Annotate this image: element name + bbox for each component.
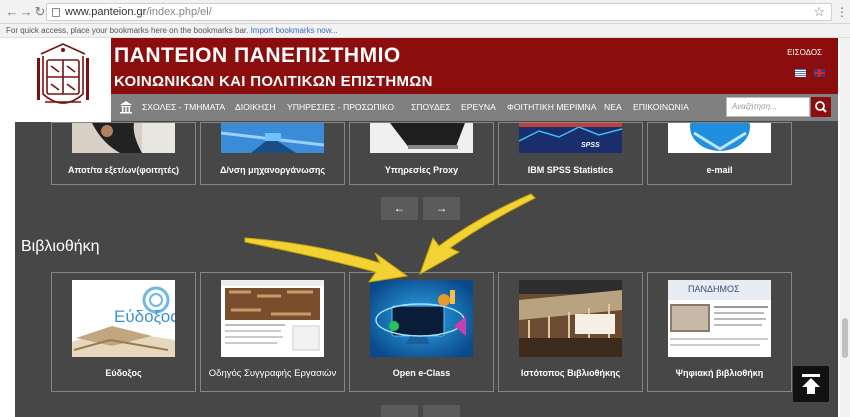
tile-label: IBM SPSS Statistics xyxy=(527,165,614,175)
english-flag-icon[interactable] xyxy=(814,69,825,77)
writing-guide-image xyxy=(221,280,324,357)
menu-item-administration[interactable]: ΔΙΟΙΚΗΣΗ xyxy=(235,102,276,112)
proxy-image xyxy=(370,123,473,153)
tile-eudoxus[interactable]: Εύδοξος Εύδοξος xyxy=(51,272,196,392)
prev-button-library[interactable] xyxy=(381,405,418,417)
menu-item-schools[interactable]: ΣΧΟΛΕΣ - ΤΜΗΜΑΤΑ xyxy=(142,102,225,112)
next-button[interactable]: → xyxy=(423,197,460,220)
menu-item-research[interactable]: ΕΡΕΥΝΑ xyxy=(461,102,496,112)
menu-item-student-care[interactable]: ΦΟΙΤΗΤΙΚΗ ΜΕΡΙΜΝΑ xyxy=(507,102,596,112)
tile-library-website[interactable]: Ιστότοπος Βιβλιοθήκης xyxy=(498,272,643,392)
spss-image: SPSS xyxy=(519,123,622,153)
greek-flag-icon[interactable] xyxy=(795,69,806,77)
address-bar[interactable]: www.panteion.gr/index.php/el/ ☆ xyxy=(46,3,832,21)
site-container: ΠΑΝΤΕΙΟΝ ΠΑΝΕΠΙΣΤΗΜΙΟ ΚΟΙΝΩΝΙΚΩΝ ΚΑΙ ΠΟΛ… xyxy=(15,38,838,417)
tile-label: Οδηγός Συγγραφής Εργασιών xyxy=(208,368,337,379)
browser-menu-icon[interactable]: ⋮ xyxy=(836,4,848,20)
bookmark-hint: For quick access, place your bookmarks h… xyxy=(6,26,249,35)
site-header: ΠΑΝΤΕΙΟΝ ΠΑΝΕΠΙΣΤΗΜΙΟ ΚΟΙΝΩΝΙΚΩΝ ΚΑΙ ΠΟΛ… xyxy=(15,38,838,94)
tile-label: Εύδοξος xyxy=(105,368,142,378)
eudoxus-image: Εύδοξος xyxy=(72,280,175,357)
login-link[interactable]: ΕΙΣΟΔΟΣ xyxy=(787,48,822,57)
tile-proxy[interactable]: Υπηρεσίες Proxy xyxy=(349,122,494,185)
digital-library-image: ΠΑΝΔΗΜΟΣ xyxy=(668,280,771,357)
pandemos-logo-text: ΠΑΝΔΗΜΟΣ xyxy=(688,284,740,294)
tile-label: e-mail xyxy=(706,165,733,175)
page-scrollbar[interactable] xyxy=(840,38,850,417)
university-logo[interactable] xyxy=(15,38,111,122)
browser-toolbar: ← → ↻ www.panteion.gr/index.php/el/ ☆ ⋮ xyxy=(0,0,850,24)
email-image xyxy=(668,123,771,153)
logo-emblem-icon xyxy=(37,43,89,104)
scrollbar-thumb[interactable] xyxy=(842,318,848,358)
prev-button[interactable]: ← xyxy=(381,197,418,220)
star-icon[interactable]: ☆ xyxy=(813,4,825,20)
tile-label: Δ/νση μηχανοργάνωσης xyxy=(219,165,326,175)
url-path: /index.php/el/ xyxy=(146,6,212,18)
library-section-title: Βιβλιοθήκη xyxy=(21,238,100,255)
import-bookmarks-link[interactable]: Import bookmarks now... xyxy=(251,26,338,35)
university-subtitle: ΚΟΙΝΩΝΙΚΩΝ ΚΑΙ ΠΟΛΙΤΙΚΩΝ ΕΠΙΣΤΗΜΩΝ xyxy=(114,73,433,90)
tile-it-directorate[interactable]: Δ/νση μηχανοργάνωσης xyxy=(200,122,345,185)
back-to-top-button[interactable] xyxy=(793,366,829,402)
open-eclass-image xyxy=(370,280,473,357)
search-icon xyxy=(815,101,827,113)
url-host: www.panteion.gr xyxy=(65,6,147,18)
next-button-library[interactable] xyxy=(423,405,460,417)
tile-spss[interactable]: SPSS IBM SPSS Statistics xyxy=(498,122,643,185)
menu-item-services[interactable]: ΥΠΗΡΕΣΙΕΣ - ΠΡΟΣΩΠΙΚΟ xyxy=(287,102,394,112)
menu-item-studies[interactable]: ΣΠΟΥΔΕΣ xyxy=(411,102,451,112)
exam-results-image xyxy=(72,123,175,153)
menu-item-contact[interactable]: ΕΠΙΚΟΙΝΩΝΙΑ xyxy=(633,102,689,112)
tile-label: Ιστότοπος Βιβλιοθήκης xyxy=(520,368,621,378)
eudoxus-logo-text: Εύδοξος xyxy=(114,307,175,326)
tile-open-eclass[interactable]: Open e-Class xyxy=(349,272,494,392)
search-input[interactable]: Αναζήτηση... xyxy=(726,97,810,117)
it-directorate-image xyxy=(221,123,324,153)
tile-writing-guide[interactable]: Οδηγός Συγγραφής Εργασιών xyxy=(200,272,345,392)
menu-item-news[interactable]: ΝΕΑ xyxy=(604,102,622,112)
tile-label: Αποτ/τα εξετ/ων(φοιτητές) xyxy=(67,165,180,175)
tile-exam-results[interactable]: Αποτ/τα εξετ/ων(φοιτητές) xyxy=(51,122,196,185)
tile-label: Open e-Class xyxy=(392,368,451,378)
home-icon[interactable] xyxy=(119,100,133,114)
university-title[interactable]: ΠΑΝΤΕΙΟΝ ΠΑΝΕΠΙΣΤΗΜΙΟ xyxy=(114,44,401,68)
back-to-top-icon xyxy=(802,374,820,394)
search-button[interactable] xyxy=(811,97,831,117)
spss-logo-text: SPSS xyxy=(581,142,600,149)
bookmarks-bar: For quick access, place your bookmarks h… xyxy=(0,24,850,38)
tile-label: Ψηφιακή βιβλιοθήκη xyxy=(675,368,764,378)
page-icon xyxy=(52,8,60,17)
library-website-image xyxy=(519,280,622,357)
tile-label: Υπηρεσίες Proxy xyxy=(384,165,459,175)
tile-email[interactable]: e-mail xyxy=(647,122,792,185)
page: ΠΑΝΤΕΙΟΝ ΠΑΝΕΠΙΣΤΗΜΙΟ ΚΟΙΝΩΝΙΚΩΝ ΚΑΙ ΠΟΛ… xyxy=(0,38,850,417)
main-menu: ΣΧΟΛΕΣ - ΤΜΗΜΑΤΑ ΔΙΟΙΚΗΣΗ ΥΠΗΡΕΣΙΕΣ - ΠΡ… xyxy=(111,94,838,121)
tile-digital-library[interactable]: ΠΑΝΔΗΜΟΣ Ψηφιακή βιβλιοθήκη xyxy=(647,272,792,392)
